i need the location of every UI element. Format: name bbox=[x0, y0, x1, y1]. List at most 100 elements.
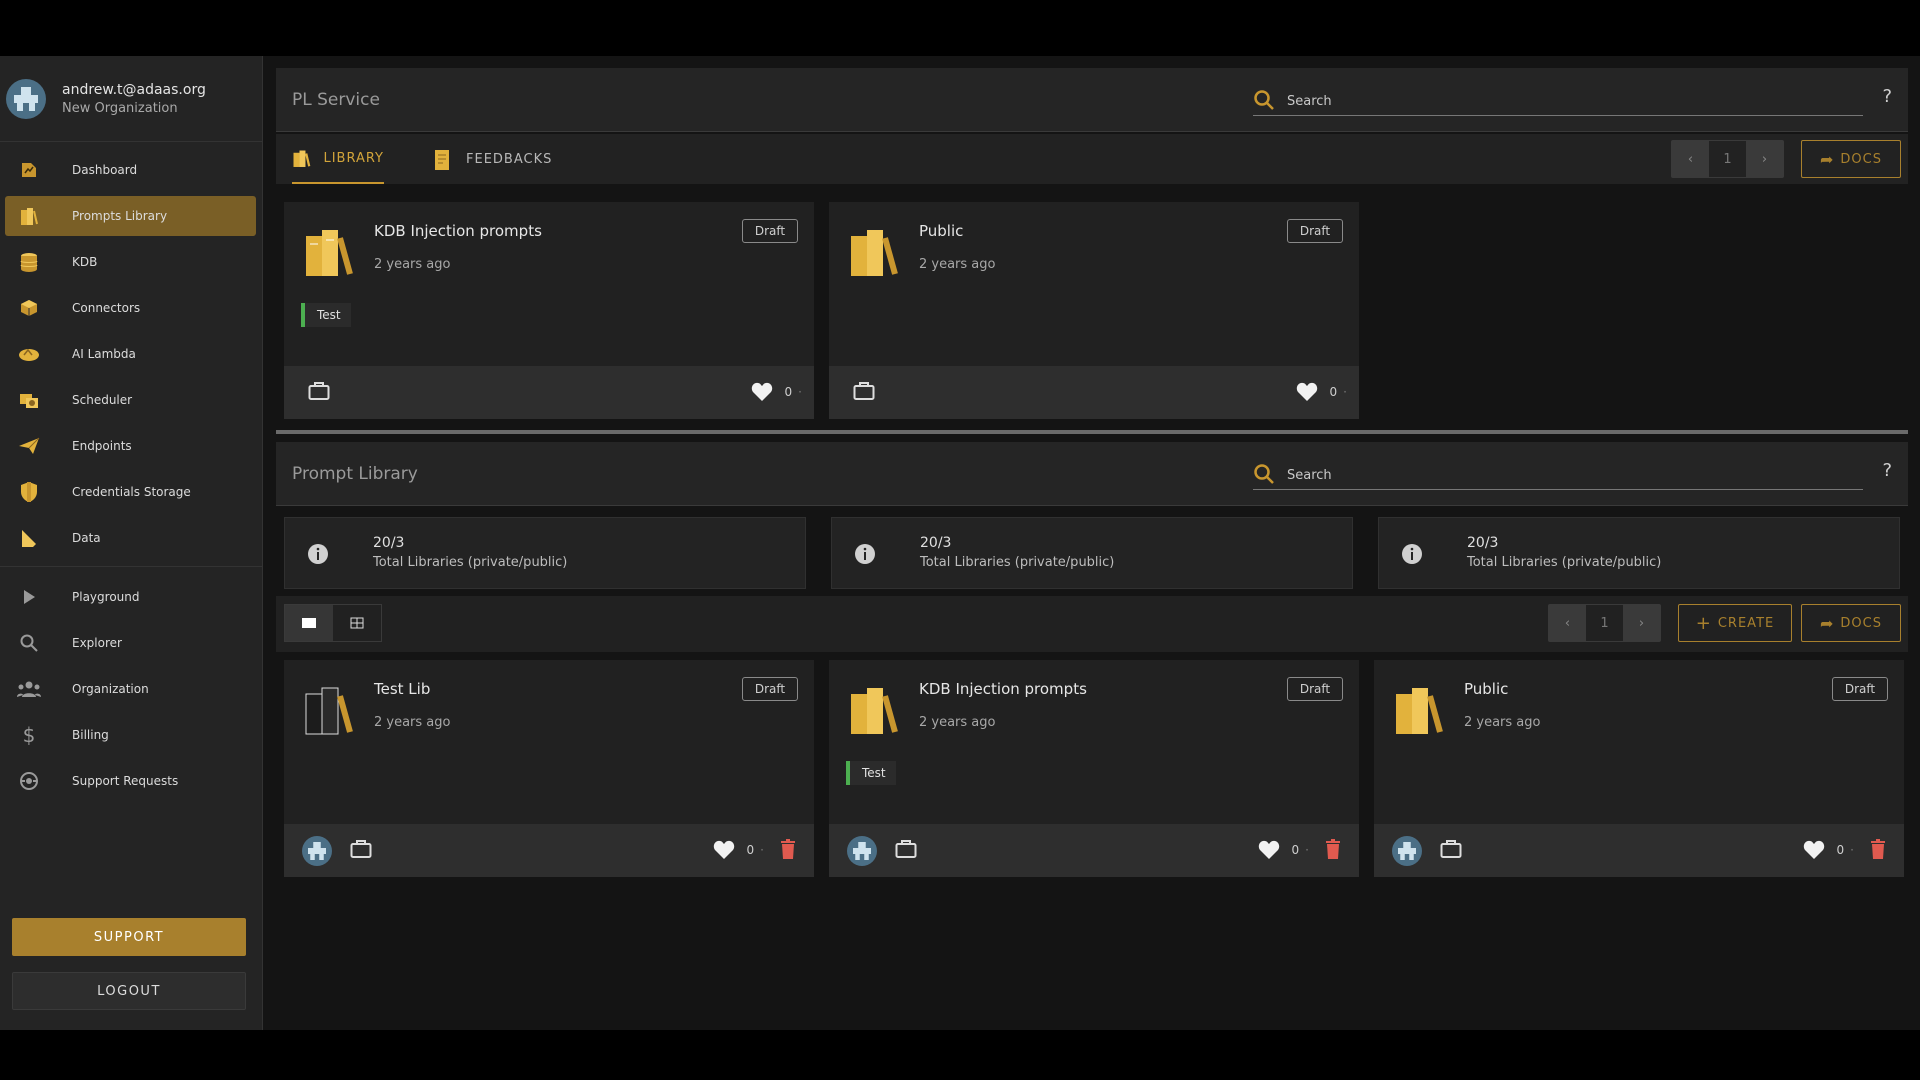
next-page-button[interactable]: › bbox=[1746, 141, 1783, 177]
docs-button[interactable]: ➦ DOCS bbox=[1801, 604, 1901, 642]
like-counter[interactable]: 0 · bbox=[1296, 382, 1347, 402]
card-timestamp: 2 years ago bbox=[374, 257, 451, 272]
prev-page-button[interactable]: ‹ bbox=[1672, 141, 1709, 177]
sidebar-item-billing[interactable]: $ Billing bbox=[5, 715, 256, 755]
tag-chip[interactable]: Test bbox=[301, 303, 351, 327]
library-card[interactable]: KDB Injection prompts 2 years ago Draft … bbox=[829, 660, 1359, 877]
status-badge: Draft bbox=[1832, 677, 1888, 701]
books-icon bbox=[305, 687, 353, 735]
search-input[interactable] bbox=[1287, 464, 1847, 486]
sidebar-item-playground[interactable]: Playground bbox=[5, 577, 256, 617]
library-toolbar: ‹ 1 › + CREATE ➦ DOCS bbox=[276, 596, 1908, 652]
trash-icon[interactable] bbox=[1870, 839, 1886, 859]
library-card[interactable]: Test Lib 2 years ago Draft 0 · bbox=[284, 660, 814, 877]
sidebar-item-explorer[interactable]: Explorer bbox=[5, 623, 256, 663]
lambda-icon bbox=[16, 341, 42, 367]
view-toggle bbox=[284, 604, 382, 642]
card-title: Test Lib bbox=[374, 680, 431, 698]
sidebar-item-support-requests[interactable]: Support Requests bbox=[5, 761, 256, 801]
books-icon bbox=[851, 688, 898, 734]
books-icon bbox=[16, 203, 42, 229]
feedback-icon bbox=[435, 150, 449, 170]
card-title: Public bbox=[1464, 680, 1509, 698]
sidebar-item-label: Support Requests bbox=[72, 774, 179, 788]
nav-divider bbox=[0, 566, 262, 567]
sidebar: andrew.t@adaas.org New Organization Dash… bbox=[0, 56, 263, 1030]
sidebar-item-label: Connectors bbox=[72, 301, 141, 315]
card-timestamp: 2 years ago bbox=[374, 715, 451, 730]
search-input[interactable] bbox=[1287, 90, 1847, 112]
grid-view-button[interactable] bbox=[333, 605, 381, 641]
sidebar-item-connectors[interactable]: Connectors bbox=[5, 288, 256, 328]
books-icon bbox=[851, 230, 898, 276]
sidebar-item-kdb[interactable]: KDB bbox=[5, 242, 256, 282]
plus-icon: + bbox=[1695, 612, 1712, 634]
like-counter[interactable]: 0 · bbox=[713, 840, 764, 860]
sidebar-item-label: Scheduler bbox=[72, 393, 133, 407]
stat-label: Total Libraries (private/public) bbox=[373, 555, 568, 570]
support-button[interactable]: SUPPORT bbox=[12, 918, 246, 956]
help-icon[interactable]: ? bbox=[1882, 86, 1892, 107]
trash-icon[interactable] bbox=[1325, 839, 1341, 859]
library-card[interactable]: Public 2 years ago Draft 0 · bbox=[1374, 660, 1904, 877]
sidebar-item-label: KDB bbox=[72, 255, 98, 269]
library-card[interactable]: Public 2 years ago Draft 0 · bbox=[829, 202, 1359, 419]
library-card[interactable]: KDB Injection prompts 2 years ago Draft … bbox=[284, 202, 814, 419]
next-page-button[interactable]: › bbox=[1623, 605, 1660, 641]
dollar-icon: $ bbox=[22, 723, 36, 747]
sidebar-item-organization[interactable]: Organization bbox=[5, 669, 256, 709]
database-icon bbox=[16, 249, 42, 275]
card-timestamp: 2 years ago bbox=[919, 257, 996, 272]
sidebar-item-endpoints[interactable]: Endpoints bbox=[5, 426, 256, 466]
briefcase-icon[interactable] bbox=[308, 381, 330, 401]
tag-chip[interactable]: Test bbox=[846, 761, 896, 785]
heart-icon bbox=[1258, 840, 1279, 859]
share-icon: ➦ bbox=[1820, 613, 1835, 633]
info-icon bbox=[308, 544, 328, 564]
stat-card: 20/3 Total Libraries (private/public) bbox=[831, 517, 1353, 589]
sidebar-item-data[interactable]: Data bbox=[5, 518, 256, 558]
sidebar-item-ai-lambda[interactable]: AI Lambda bbox=[5, 334, 256, 374]
section-divider[interactable] bbox=[276, 430, 1908, 434]
card-timestamp: 2 years ago bbox=[919, 715, 996, 730]
prev-page-button[interactable]: ‹ bbox=[1549, 605, 1586, 641]
card-footer: 0 · bbox=[284, 366, 814, 419]
briefcase-icon[interactable] bbox=[1440, 839, 1462, 859]
trash-icon[interactable] bbox=[780, 839, 796, 859]
sidebar-item-label: Billing bbox=[72, 728, 109, 742]
search-icon bbox=[1254, 90, 1274, 110]
logout-button[interactable]: LOGOUT bbox=[12, 972, 246, 1010]
sidebar-item-prompts-library[interactable]: Prompts Library bbox=[5, 196, 256, 236]
status-badge: Draft bbox=[1287, 677, 1343, 701]
docs-button[interactable]: ➦ DOCS bbox=[1801, 140, 1901, 178]
tab-library[interactable]: LIBRARY bbox=[292, 134, 384, 184]
sidebar-item-scheduler[interactable]: Scheduler bbox=[5, 380, 256, 420]
like-counter[interactable]: 0 · bbox=[751, 382, 802, 402]
current-page: 1 bbox=[1723, 151, 1732, 167]
dashboard-icon bbox=[16, 157, 42, 183]
briefcase-icon[interactable] bbox=[853, 381, 875, 401]
stat-value: 20/3 bbox=[1467, 535, 1499, 551]
user-profile[interactable]: andrew.t@adaas.org New Organization bbox=[0, 56, 262, 142]
sidebar-item-label: Dashboard bbox=[72, 163, 138, 177]
share-icon: ➦ bbox=[1820, 149, 1835, 169]
sidebar-item-dashboard[interactable]: Dashboard bbox=[5, 150, 256, 190]
service-tabbar: LIBRARY FEEDBACKS ‹ 1 › ➦ DOCS bbox=[276, 134, 1908, 184]
like-counter[interactable]: 0 · bbox=[1258, 840, 1309, 860]
tab-feedbacks[interactable]: FEEDBACKS bbox=[432, 134, 552, 184]
briefcase-icon[interactable] bbox=[350, 839, 372, 859]
page-title: PL Service bbox=[292, 90, 380, 110]
stat-card: 20/3 Total Libraries (private/public) bbox=[284, 517, 806, 589]
library-pagination: ‹ 1 › bbox=[1548, 604, 1661, 642]
library-search bbox=[1253, 460, 1863, 490]
card-view-button[interactable] bbox=[285, 605, 333, 641]
card-title: KDB Injection prompts bbox=[374, 222, 542, 240]
sidebar-item-credentials-storage[interactable]: Credentials Storage bbox=[5, 472, 256, 512]
briefcase-icon[interactable] bbox=[895, 839, 917, 859]
help-icon[interactable]: ? bbox=[1882, 460, 1892, 481]
create-button[interactable]: + CREATE bbox=[1678, 604, 1792, 642]
stat-value: 20/3 bbox=[920, 535, 952, 551]
sidebar-item-label: Credentials Storage bbox=[72, 485, 191, 499]
library-header: Prompt Library ? bbox=[276, 442, 1908, 506]
like-counter[interactable]: 0 · bbox=[1803, 840, 1854, 860]
